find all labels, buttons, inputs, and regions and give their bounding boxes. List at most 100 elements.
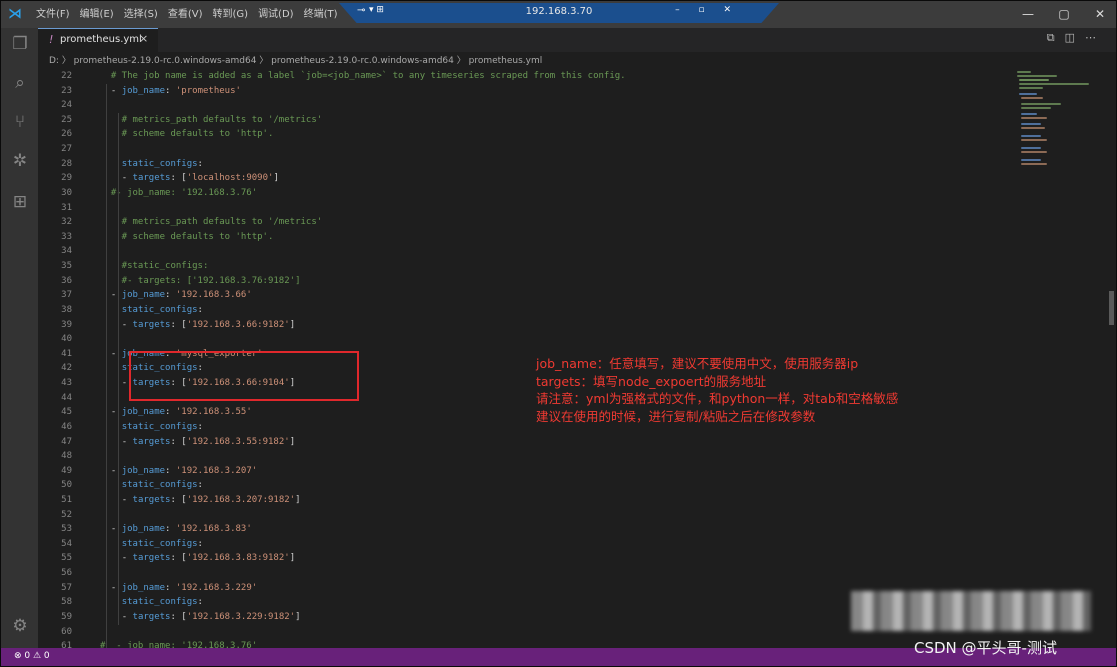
code-line[interactable]: 23 - job_name: 'prometheus'	[38, 84, 1038, 99]
code-text: #static_configs:	[100, 261, 209, 272]
minimap-line	[1021, 139, 1047, 141]
minimap-line	[1021, 123, 1041, 125]
code-line[interactable]: 55 - targets: ['192.168.3.83:9182']	[38, 551, 1038, 566]
code-line[interactable]: 29 - targets: ['localhost:9090']	[38, 171, 1038, 186]
code-text: static_configs:	[121, 538, 203, 549]
line-number: 26	[61, 129, 72, 140]
remote-controls[interactable]: – ▫ ✕	[675, 5, 739, 15]
code-line[interactable]: 39 - targets: ['192.168.3.66:9182']	[38, 318, 1038, 333]
code-line[interactable]: 33 # scheme defaults to 'http'.	[38, 230, 1038, 245]
editor-actions: ⧉◫⋯	[1047, 31, 1106, 45]
code-line[interactable]: 47 - targets: ['192.168.3.55:9182']	[38, 435, 1038, 450]
line-number: 45	[61, 407, 72, 418]
breadcrumb[interactable]: D: 〉 prometheus-2.19.0-rc.0.windows-amd6…	[49, 53, 542, 69]
menu-file[interactable]: 文件(F)	[31, 1, 75, 28]
line-number: 59	[61, 611, 72, 622]
annotation-line: targets：填写node_expoert的服务地址	[536, 373, 767, 389]
code-line[interactable]: 30 #- job_name: '192.168.3.76'	[38, 186, 1038, 201]
debug-icon[interactable]: ✲	[10, 151, 30, 171]
vertical-scrollbar[interactable]	[1109, 291, 1114, 325]
code-line[interactable]: 53 - job_name: '192.168.3.83'	[38, 522, 1038, 537]
code-line[interactable]: 27	[38, 142, 1038, 157]
code-line[interactable]: 22 # The job name is added as a label `j…	[38, 69, 1038, 84]
code-line[interactable]: 51 - targets: ['192.168.3.207:9182']	[38, 493, 1038, 508]
line-number: 38	[61, 304, 72, 315]
code-line[interactable]: 56	[38, 566, 1038, 581]
code-editor[interactable]: 22 # The job name is added as a label `j…	[38, 69, 1103, 654]
line-number: 27	[61, 144, 72, 155]
line-number: 47	[61, 436, 72, 447]
search-icon[interactable]: ⌕	[10, 73, 30, 93]
line-number: 23	[61, 85, 72, 96]
minimap-line	[1021, 97, 1043, 99]
line-number: 35	[61, 261, 72, 272]
activity-bar: ❐ ⌕ ⑂ ✲ ⊞ ⚙	[1, 28, 38, 664]
settings-gear-icon[interactable]: ⚙	[10, 616, 30, 636]
yaml-file-icon: !	[49, 33, 54, 46]
code-text: - job_name: 'prometheus'	[110, 85, 241, 96]
close-button[interactable]: ✕	[1082, 1, 1116, 28]
annotation-note: job_name：任意填写，建议不要使用中文，使用服务器ip targets：填…	[536, 355, 898, 425]
line-number: 32	[61, 217, 72, 228]
tab-prometheus-yml[interactable]: ! prometheus.yml ×	[38, 28, 158, 52]
code-line[interactable]: 52	[38, 508, 1038, 523]
menu-bar: 文件(F) 编辑(E) 选择(S) 查看(V) 转到(G) 调试(D) 终端(T…	[31, 1, 343, 28]
line-number: 34	[61, 246, 72, 257]
line-number: 31	[61, 202, 72, 213]
code-text: - job_name: '192.168.3.55'	[110, 407, 252, 418]
minimap-line	[1019, 83, 1089, 85]
line-number: 56	[61, 568, 72, 579]
line-number: 58	[61, 597, 72, 608]
code-line[interactable]: 48	[38, 449, 1038, 464]
minimize-button[interactable]: —	[1010, 1, 1046, 28]
code-line[interactable]: 49 - job_name: '192.168.3.207'	[38, 464, 1038, 479]
extensions-icon[interactable]: ⊞	[10, 192, 30, 212]
line-number: 30	[61, 187, 72, 198]
menu-view[interactable]: 查看(V)	[163, 1, 208, 28]
maximize-button[interactable]: ▢	[1046, 1, 1082, 28]
code-line[interactable]: 28 static_configs:	[38, 157, 1038, 172]
line-number: 22	[61, 71, 72, 81]
code-line[interactable]: 26 # scheme defaults to 'http'.	[38, 127, 1038, 142]
line-number: 24	[61, 100, 72, 111]
code-line[interactable]: 24	[38, 98, 1038, 113]
code-line[interactable]: 50 static_configs:	[38, 478, 1038, 493]
problems-indicator[interactable]: ⊗ 0 ⚠ 0	[14, 651, 50, 661]
line-number: 51	[61, 494, 72, 505]
minimap-line	[1021, 107, 1051, 109]
minimap-line	[1021, 135, 1041, 137]
code-line[interactable]: 35 #static_configs:	[38, 259, 1038, 274]
code-line[interactable]: 54 static_configs:	[38, 537, 1038, 552]
menu-debug[interactable]: 调试(D)	[253, 1, 299, 28]
tab-close-icon[interactable]: ×	[139, 32, 148, 45]
code-line[interactable]: 38 static_configs:	[38, 303, 1038, 318]
explorer-icon[interactable]: ❐	[10, 34, 30, 54]
open-changes-icon[interactable]: ⧉	[1047, 31, 1065, 44]
code-line[interactable]: 37 - job_name: '192.168.3.66'	[38, 288, 1038, 303]
annotation-line: 建议在使用的时候，进行复制/粘贴之后在修改参数	[536, 408, 816, 424]
minimap[interactable]	[1015, 69, 1103, 179]
line-number: 46	[61, 421, 72, 432]
code-text: - job_name: '192.168.3.207'	[110, 465, 258, 476]
code-line[interactable]: 34	[38, 244, 1038, 259]
line-number: 36	[61, 275, 72, 286]
code-line[interactable]: 40	[38, 332, 1038, 347]
line-number: 57	[61, 582, 72, 593]
vscode-window: ⋊ 文件(F) 编辑(E) 选择(S) 查看(V) 转到(G) 调试(D) 终端…	[0, 0, 1117, 667]
highlight-box	[129, 351, 359, 401]
code-line[interactable]: 31	[38, 201, 1038, 216]
split-editor-icon[interactable]: ◫	[1065, 31, 1085, 44]
code-text: # scheme defaults to 'http'.	[100, 129, 274, 140]
menu-terminal[interactable]: 终端(T)	[299, 1, 343, 28]
minimap-line	[1019, 93, 1037, 95]
more-actions-icon[interactable]: ⋯	[1085, 31, 1106, 44]
code-line[interactable]: 25 # metrics_path defaults to '/metrics'	[38, 113, 1038, 128]
code-line[interactable]: 32 # metrics_path defaults to '/metrics'	[38, 215, 1038, 230]
source-control-icon[interactable]: ⑂	[10, 112, 30, 132]
menu-selection[interactable]: 选择(S)	[119, 1, 163, 28]
remote-desktop-bar: ⊸ ▾ ⊞ 192.168.3.70 – ▫ ✕	[339, 3, 779, 23]
minimap-line	[1019, 87, 1043, 89]
menu-edit[interactable]: 编辑(E)	[75, 1, 119, 28]
menu-go[interactable]: 转到(G)	[208, 1, 254, 28]
code-line[interactable]: 36 #- targets: ['192.168.3.76:9182']	[38, 274, 1038, 289]
